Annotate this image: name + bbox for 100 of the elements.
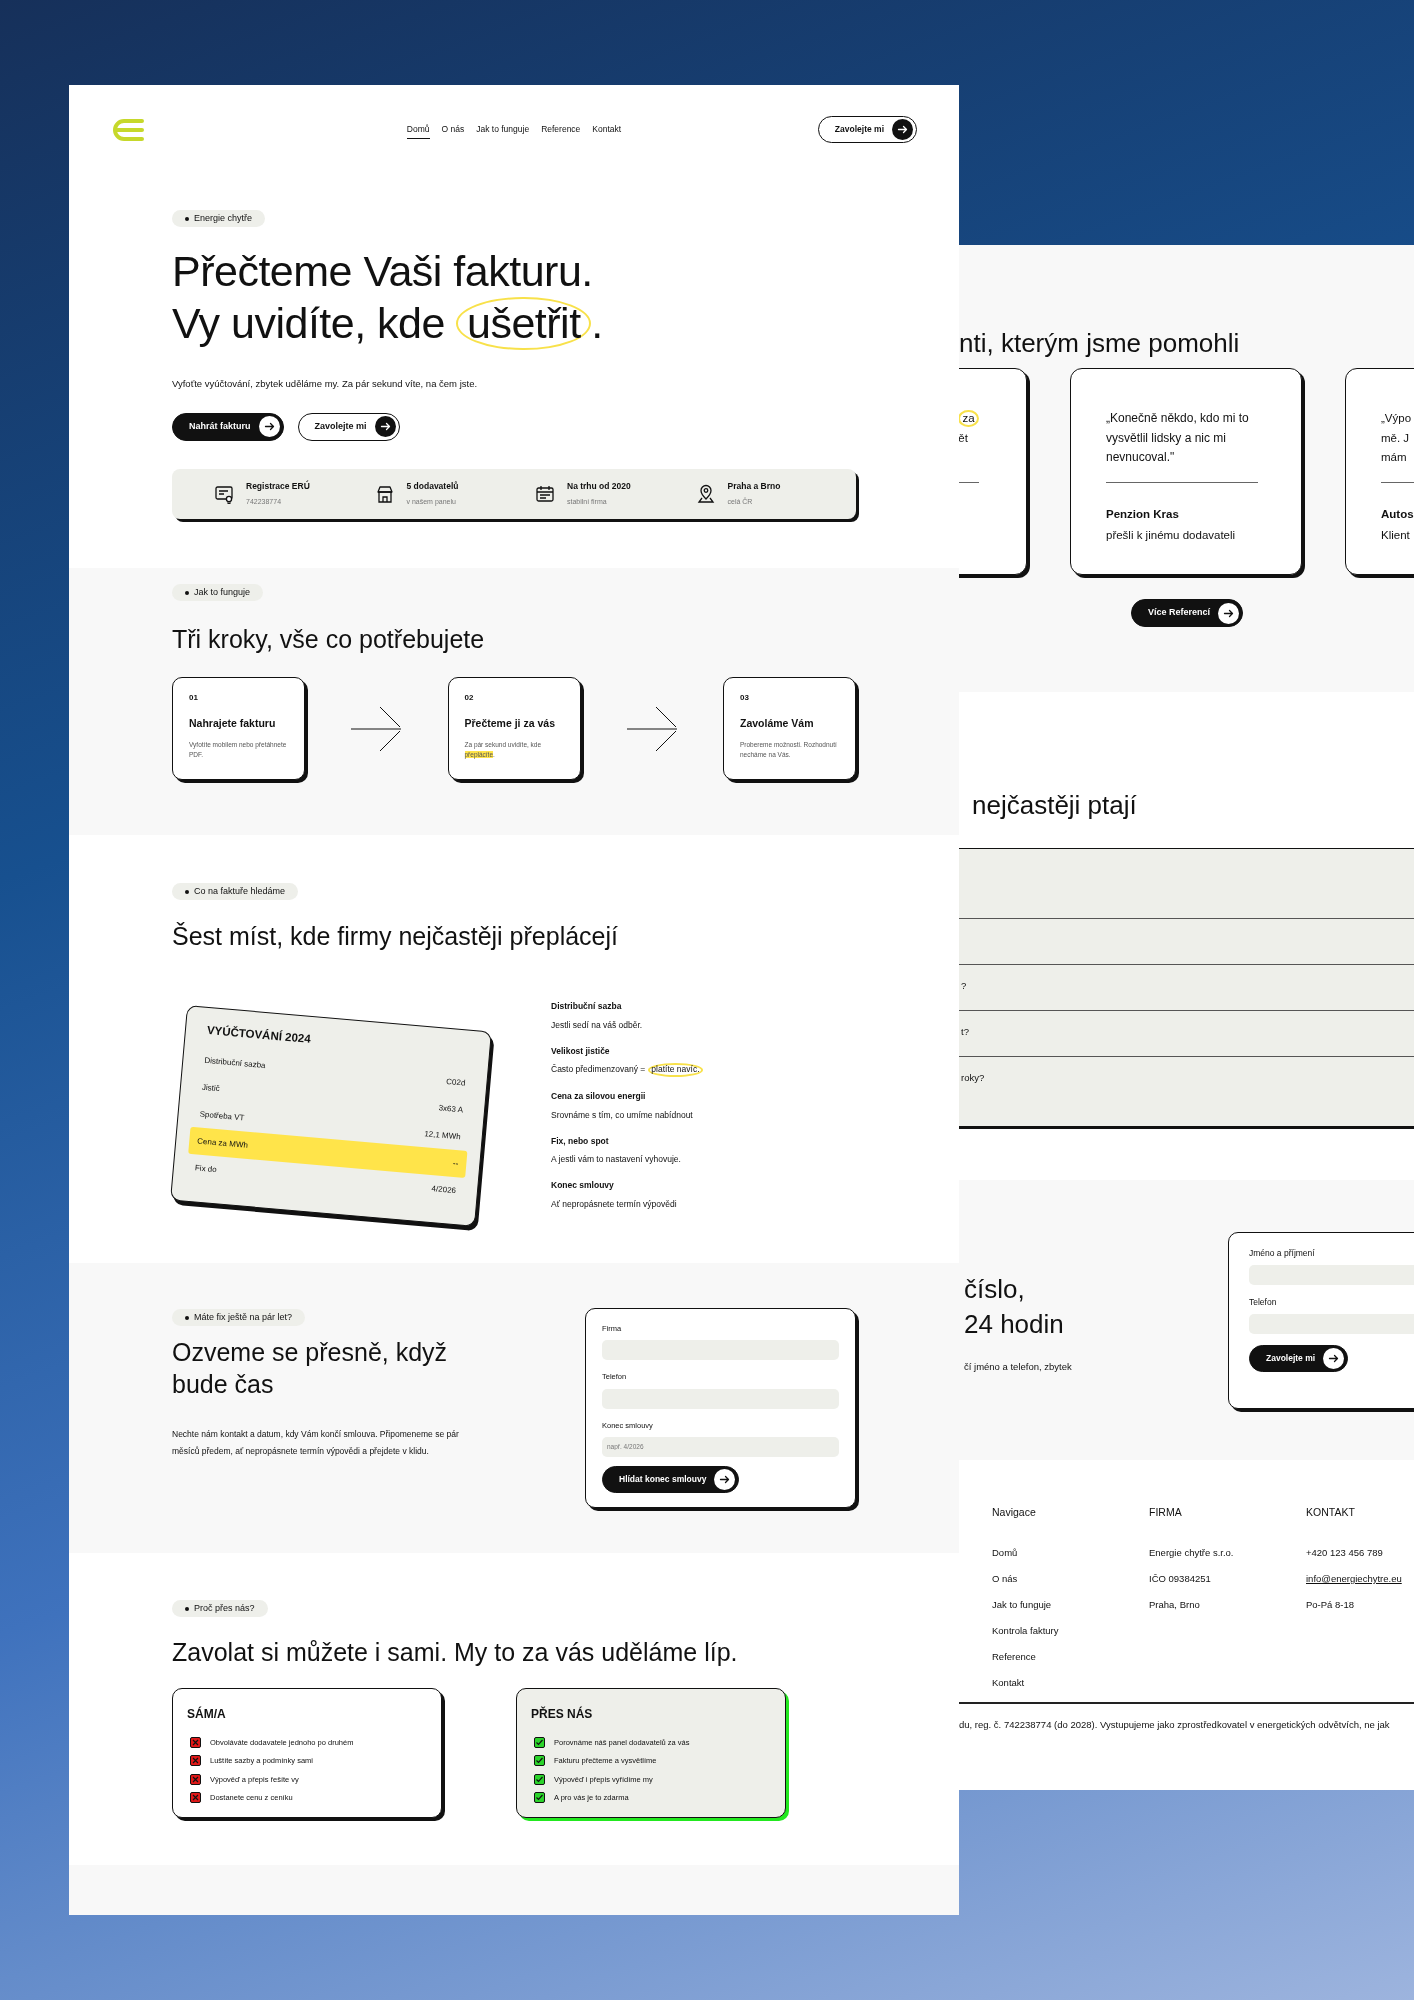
more-references-button[interactable]: Více Referencí [1131, 599, 1244, 627]
point-title: Velikost jističe [551, 1044, 611, 1058]
faq-row[interactable] [959, 918, 1414, 964]
call-button[interactable]: Zavolejte mi [817, 116, 917, 143]
point-title: Cena za silovou energii [551, 1090, 647, 1103]
call-button[interactable]: Zavolejte mi [297, 412, 400, 441]
footer-link[interactable]: Kontrola faktury [992, 1623, 1149, 1639]
section-heading: Zavolat si můžete i sami. My to za vás uděláme líp. [172, 1637, 739, 1668]
circled-word: platíte navíc. [647, 1063, 704, 1077]
footer-text: +420 123 456 789 [1306, 1546, 1384, 1560]
point-text: Jestli sedí na váš odběr. [551, 1018, 644, 1032]
invoice-value: 4/2026 [431, 1182, 457, 1197]
testimonial-quote: mám [1381, 450, 1408, 465]
footer-link[interactable]: Domů [992, 1545, 1149, 1561]
invoice-label: Cena za MWh [196, 1135, 249, 1152]
headline: . [591, 299, 603, 347]
faq-row[interactable]: ? [959, 964, 1414, 1010]
dot-icon [185, 1315, 189, 1320]
faq-row[interactable]: roky? [959, 1056, 1414, 1126]
footer-link[interactable]: Reference [992, 1649, 1149, 1665]
field-label: Jméno a příjmení [1249, 1247, 1316, 1260]
dot-icon [185, 889, 189, 894]
invoice-value: C02d [445, 1075, 466, 1090]
stat-title: Registrace ERÚ [246, 479, 310, 493]
footer-text: IČO 09384251 [1149, 1572, 1212, 1586]
point-text: A jestli vám to nastavení vyhovuje. [551, 1153, 682, 1166]
section-heading: Ozveme se přesně, když bude čas [172, 1337, 449, 1400]
map-pin-icon [695, 483, 716, 504]
section-text: Nechte nám kontakt a datum, kdy Vám končí smlouva. Připomeneme se pár měsíců předem, ať nepropásnete termín výpovědi a přejdete v klidu. [172, 1428, 460, 1458]
primary-button[interactable]: Zavolejte mi [1249, 1344, 1349, 1372]
check-icon [534, 1737, 545, 1749]
testimonial-quote: „Výpo [1381, 411, 1413, 426]
testimonial-quote: ět [959, 430, 969, 446]
footer-text: Praha, Brno [1149, 1598, 1201, 1612]
client-note: Klient [1381, 528, 1411, 544]
client-name: Autos [1381, 507, 1414, 522]
faq-question: roky? [961, 1071, 985, 1085]
footer-link[interactable]: Jak to funguje [992, 1597, 1149, 1613]
invoice-value: 3x63 A [438, 1102, 464, 1117]
section-tag-label: Proč přes nás? [194, 1604, 255, 1613]
footer-link[interactable]: O nás [992, 1571, 1149, 1587]
section-heading: nti, kterým jsme pomohli [959, 327, 1241, 360]
step-title: Přečteme ji za vás [464, 716, 556, 731]
client-note: přešli k jinému dodavateli [1106, 528, 1237, 544]
point-text: Často předimenzovaný = [551, 1064, 647, 1075]
nav-link[interactable]: Domů [406, 123, 430, 139]
testimonial-quote: „Konečně někdo, kdo mi to vysvětlil lidsky a nic mi nevnucoval." [1106, 410, 1250, 466]
section-heading: 24 hodin [964, 1308, 1065, 1341]
nav-link[interactable]: Kontakt [592, 123, 622, 139]
nav-link[interactable]: Jak to funguje [476, 123, 530, 139]
arrow-icon [625, 704, 678, 753]
footer-text: Energie chytře s.r.o. [1149, 1546, 1235, 1560]
section-heading: číslo, [964, 1273, 1026, 1306]
stat-title: 5 dodavatelů [406, 479, 459, 493]
section-heading: Šest míst, kde firmy nejčastěji přeplácejí [172, 921, 619, 952]
step-title: Nahrajete fakturu [189, 716, 277, 731]
check-icon [534, 1755, 545, 1767]
section-text: čí jméno a telefon, zbytek [964, 1360, 1073, 1374]
nav-link[interactable]: Reference [541, 123, 581, 139]
headline: Vy uvidíte, kde [172, 299, 446, 347]
point-title: Konec smlouvy [551, 1179, 615, 1192]
faq-question: ? [961, 979, 967, 993]
circled-word: ušetřit [456, 297, 592, 351]
invoice-label: Spotřeba VT [199, 1108, 245, 1125]
step-number: 01 [189, 692, 199, 704]
cross-icon [190, 1773, 201, 1785]
check-icon [534, 1791, 545, 1803]
stat-title: Na trhu od 2020 [567, 479, 631, 493]
invoice-label: Jistič [201, 1081, 221, 1095]
primary-button[interactable]: Hlídat konec smlouvy [602, 1465, 740, 1493]
footer-heading: FIRMA [1149, 1505, 1183, 1520]
section-tag-label: Co na faktuře hledáme [194, 887, 286, 896]
client-name: Penzion Kras [1106, 507, 1180, 522]
legal-text: du, reg. č. 742238774 (do 2028). Vystupujeme jako zprostředkovatel v energetických odvětvích, ne jak [959, 1718, 1391, 1732]
cross-icon [190, 1791, 201, 1803]
faq-row[interactable]: t? [959, 1010, 1414, 1056]
hero-subtitle: Vyfoťte vyúčtování, zbytek uděláme my. Za pár sekund víte, na čem jste. [172, 377, 479, 392]
invoice-label: Fix do [194, 1162, 218, 1176]
email-link[interactable]: info@energiechytre.eu [1306, 1571, 1402, 1587]
card-title: SÁM/A [187, 1705, 227, 1723]
card-title: PŘES NÁS [531, 1705, 594, 1723]
testimonial-quote: mě. J [1381, 430, 1411, 446]
faq-question: t? [961, 1025, 969, 1039]
certificate-icon [214, 483, 234, 504]
dot-icon [185, 216, 189, 221]
step-number: 03 [740, 692, 750, 704]
point-text: Srovnáme s tím, co umíme nabídnout [551, 1108, 694, 1122]
invoice-label: Distribuční sazba [203, 1054, 266, 1072]
headline: Přečteme Vaši fakturu. [172, 246, 594, 297]
footer-link[interactable]: Kontakt [992, 1675, 1149, 1691]
primary-button[interactable]: Nahrát fakturu [172, 412, 284, 441]
section-heading: Tři kroky, vše co potřebujete [172, 624, 486, 655]
point-title: Fix, nebo spot [551, 1134, 610, 1148]
shop-icon [374, 483, 395, 504]
nav-link[interactable]: O nás [441, 123, 465, 139]
section-heading: nejčastěji ptají [972, 789, 1138, 822]
footer-text: Po-Pá 8-18 [1306, 1598, 1356, 1612]
section-tag-label: Jak to funguje [194, 588, 251, 597]
logo-icon [111, 117, 145, 143]
invoice-value: -- [452, 1157, 459, 1170]
